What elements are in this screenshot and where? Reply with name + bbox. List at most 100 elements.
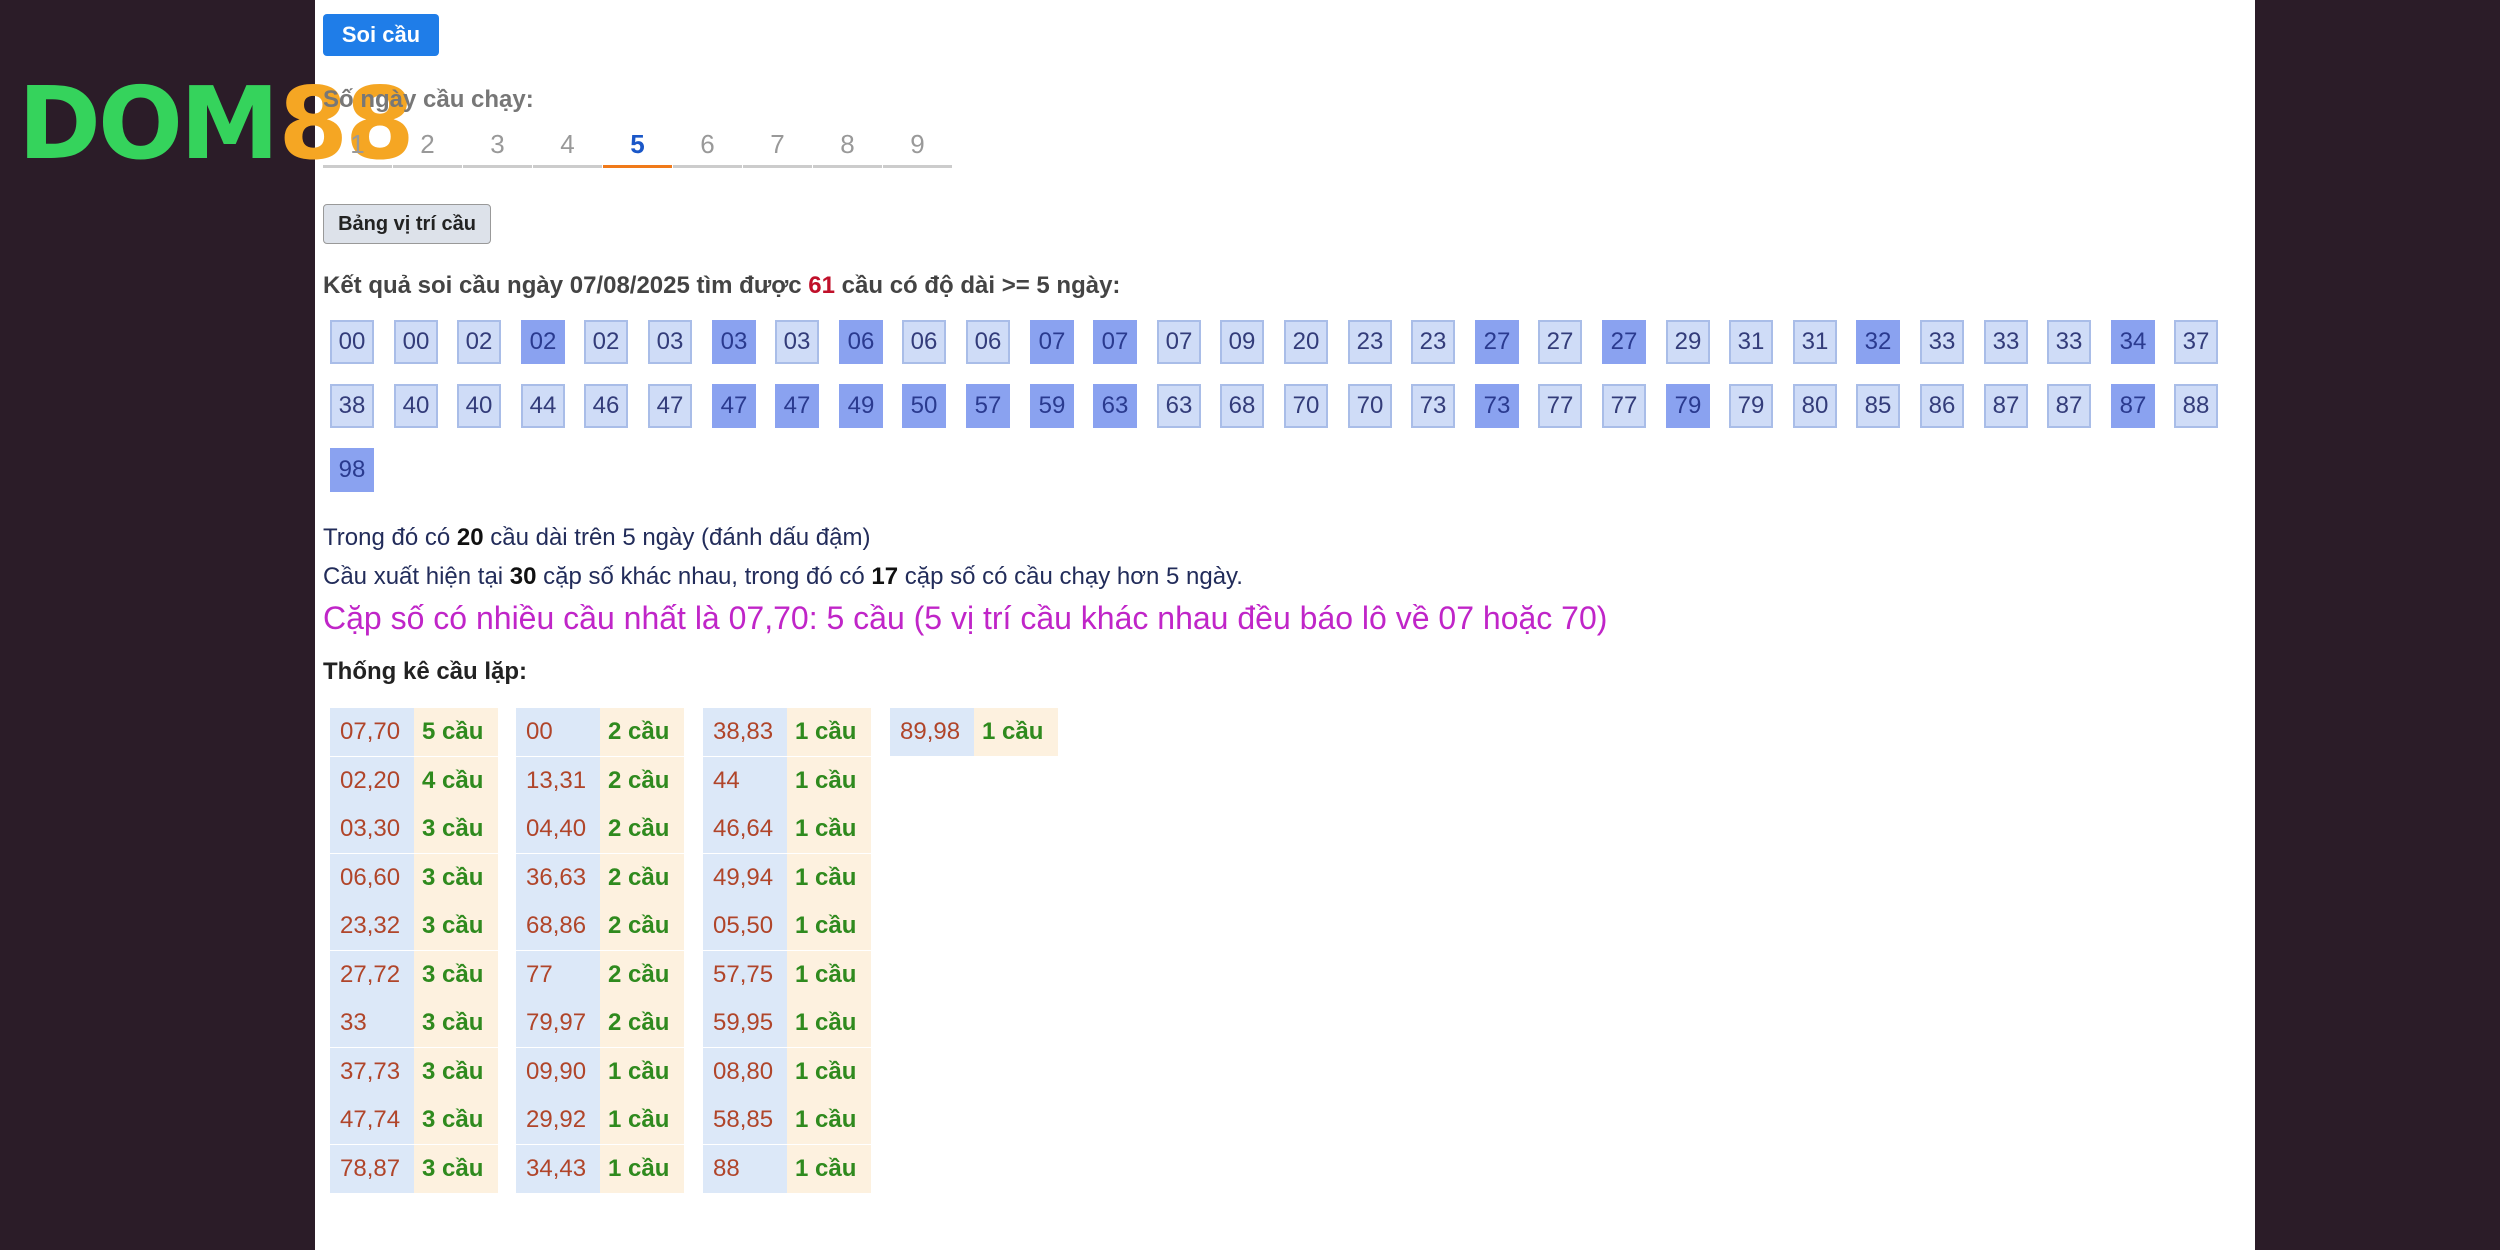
number-cell[interactable]: 73 [1475, 384, 1519, 428]
day-tab-3[interactable]: 3 [463, 124, 532, 168]
number-cell[interactable]: 34 [2111, 320, 2155, 364]
number-cell[interactable]: 77 [1538, 384, 1582, 428]
number-cell[interactable]: 47 [775, 384, 819, 428]
number-cell[interactable]: 70 [1348, 384, 1392, 428]
stats-pair[interactable]: 58,85 [703, 1096, 787, 1144]
stats-pair[interactable]: 57,75 [703, 951, 787, 999]
number-cell[interactable]: 00 [394, 320, 438, 364]
number-cell[interactable]: 06 [902, 320, 946, 364]
number-cell[interactable]: 27 [1602, 320, 1646, 364]
number-cell[interactable]: 38 [330, 384, 374, 428]
stats-pair[interactable]: 07,70 [330, 708, 414, 756]
number-cell[interactable]: 23 [1411, 320, 1455, 364]
number-cell[interactable]: 40 [457, 384, 501, 428]
number-cell[interactable]: 47 [648, 384, 692, 428]
number-cell[interactable]: 33 [2047, 320, 2091, 364]
number-cell[interactable]: 33 [1984, 320, 2028, 364]
day-tab-2[interactable]: 2 [393, 124, 462, 168]
number-cell[interactable]: 32 [1856, 320, 1900, 364]
stats-pair[interactable]: 00 [516, 708, 600, 756]
stats-pair[interactable]: 79,97 [516, 999, 600, 1047]
number-cell[interactable]: 59 [1030, 384, 1074, 428]
stats-pair[interactable]: 89,98 [890, 708, 974, 756]
stats-pair[interactable]: 09,90 [516, 1048, 600, 1096]
number-cell[interactable]: 86 [1920, 384, 1964, 428]
day-tab-9[interactable]: 9 [883, 124, 952, 168]
number-cell[interactable]: 03 [775, 320, 819, 364]
number-cell[interactable]: 00 [330, 320, 374, 364]
stats-pair[interactable]: 08,80 [703, 1048, 787, 1096]
stats-pair[interactable]: 27,72 [330, 951, 414, 999]
number-cell[interactable]: 70 [1284, 384, 1328, 428]
number-cell[interactable]: 87 [1984, 384, 2028, 428]
stats-pair[interactable]: 88 [703, 1145, 787, 1193]
number-cell[interactable]: 37 [2174, 320, 2218, 364]
stats-pair[interactable]: 29,92 [516, 1096, 600, 1144]
number-cell[interactable]: 07 [1030, 320, 1074, 364]
stats-pair[interactable]: 77 [516, 951, 600, 999]
number-cell[interactable]: 79 [1666, 384, 1710, 428]
number-cell[interactable]: 85 [1856, 384, 1900, 428]
number-cell[interactable]: 27 [1538, 320, 1582, 364]
stats-pair[interactable]: 23,32 [330, 902, 414, 950]
number-cell[interactable]: 88 [2174, 384, 2218, 428]
number-cell[interactable]: 68 [1220, 384, 1264, 428]
day-tab-7[interactable]: 7 [743, 124, 812, 168]
day-tab-5[interactable]: 5 [603, 124, 672, 168]
stats-pair[interactable]: 78,87 [330, 1145, 414, 1193]
stats-pair[interactable]: 02,20 [330, 757, 414, 805]
number-cell[interactable]: 27 [1475, 320, 1519, 364]
number-cell[interactable]: 20 [1284, 320, 1328, 364]
number-cell[interactable]: 06 [839, 320, 883, 364]
stats-pair[interactable]: 36,63 [516, 854, 600, 902]
position-table-button[interactable]: Bảng vị trí cầu [323, 204, 491, 244]
stats-pair[interactable]: 03,30 [330, 805, 414, 853]
number-cell[interactable]: 63 [1093, 384, 1137, 428]
soi-cau-button[interactable]: Soi cầu [323, 14, 439, 56]
number-cell[interactable]: 87 [2047, 384, 2091, 428]
number-cell[interactable]: 07 [1093, 320, 1137, 364]
number-cell[interactable]: 47 [712, 384, 756, 428]
number-cell[interactable]: 49 [839, 384, 883, 428]
stats-pair[interactable]: 49,94 [703, 854, 787, 902]
number-cell[interactable]: 02 [457, 320, 501, 364]
number-cell[interactable]: 23 [1348, 320, 1392, 364]
stats-pair[interactable]: 47,74 [330, 1096, 414, 1144]
number-cell[interactable]: 44 [521, 384, 565, 428]
number-cell[interactable]: 50 [902, 384, 946, 428]
stats-pair[interactable]: 13,31 [516, 757, 600, 805]
number-cell[interactable]: 29 [1666, 320, 1710, 364]
stats-pair[interactable]: 06,60 [330, 854, 414, 902]
day-tab-4[interactable]: 4 [533, 124, 602, 168]
number-cell[interactable]: 31 [1793, 320, 1837, 364]
number-cell[interactable]: 80 [1793, 384, 1837, 428]
stats-pair[interactable]: 44 [703, 757, 787, 805]
number-cell[interactable]: 03 [712, 320, 756, 364]
number-cell[interactable]: 40 [394, 384, 438, 428]
number-cell[interactable]: 06 [966, 320, 1010, 364]
stats-pair[interactable]: 33 [330, 999, 414, 1047]
stats-pair[interactable]: 59,95 [703, 999, 787, 1047]
number-cell[interactable]: 02 [584, 320, 628, 364]
stats-pair[interactable]: 46,64 [703, 805, 787, 853]
stats-pair[interactable]: 05,50 [703, 902, 787, 950]
number-cell[interactable]: 02 [521, 320, 565, 364]
number-cell[interactable]: 33 [1920, 320, 1964, 364]
number-cell[interactable]: 03 [648, 320, 692, 364]
stats-pair[interactable]: 34,43 [516, 1145, 600, 1193]
number-cell[interactable]: 31 [1729, 320, 1773, 364]
number-cell[interactable]: 09 [1220, 320, 1264, 364]
number-cell[interactable]: 87 [2111, 384, 2155, 428]
day-tab-8[interactable]: 8 [813, 124, 882, 168]
stats-pair[interactable]: 37,73 [330, 1048, 414, 1096]
number-cell[interactable]: 98 [330, 448, 374, 492]
number-cell[interactable]: 07 [1157, 320, 1201, 364]
number-cell[interactable]: 79 [1729, 384, 1773, 428]
stats-pair[interactable]: 68,86 [516, 902, 600, 950]
day-tab-1[interactable]: 1 [323, 124, 392, 168]
number-cell[interactable]: 73 [1411, 384, 1455, 428]
day-tab-6[interactable]: 6 [673, 124, 742, 168]
stats-pair[interactable]: 04,40 [516, 805, 600, 853]
number-cell[interactable]: 46 [584, 384, 628, 428]
stats-pair[interactable]: 38,83 [703, 708, 787, 756]
